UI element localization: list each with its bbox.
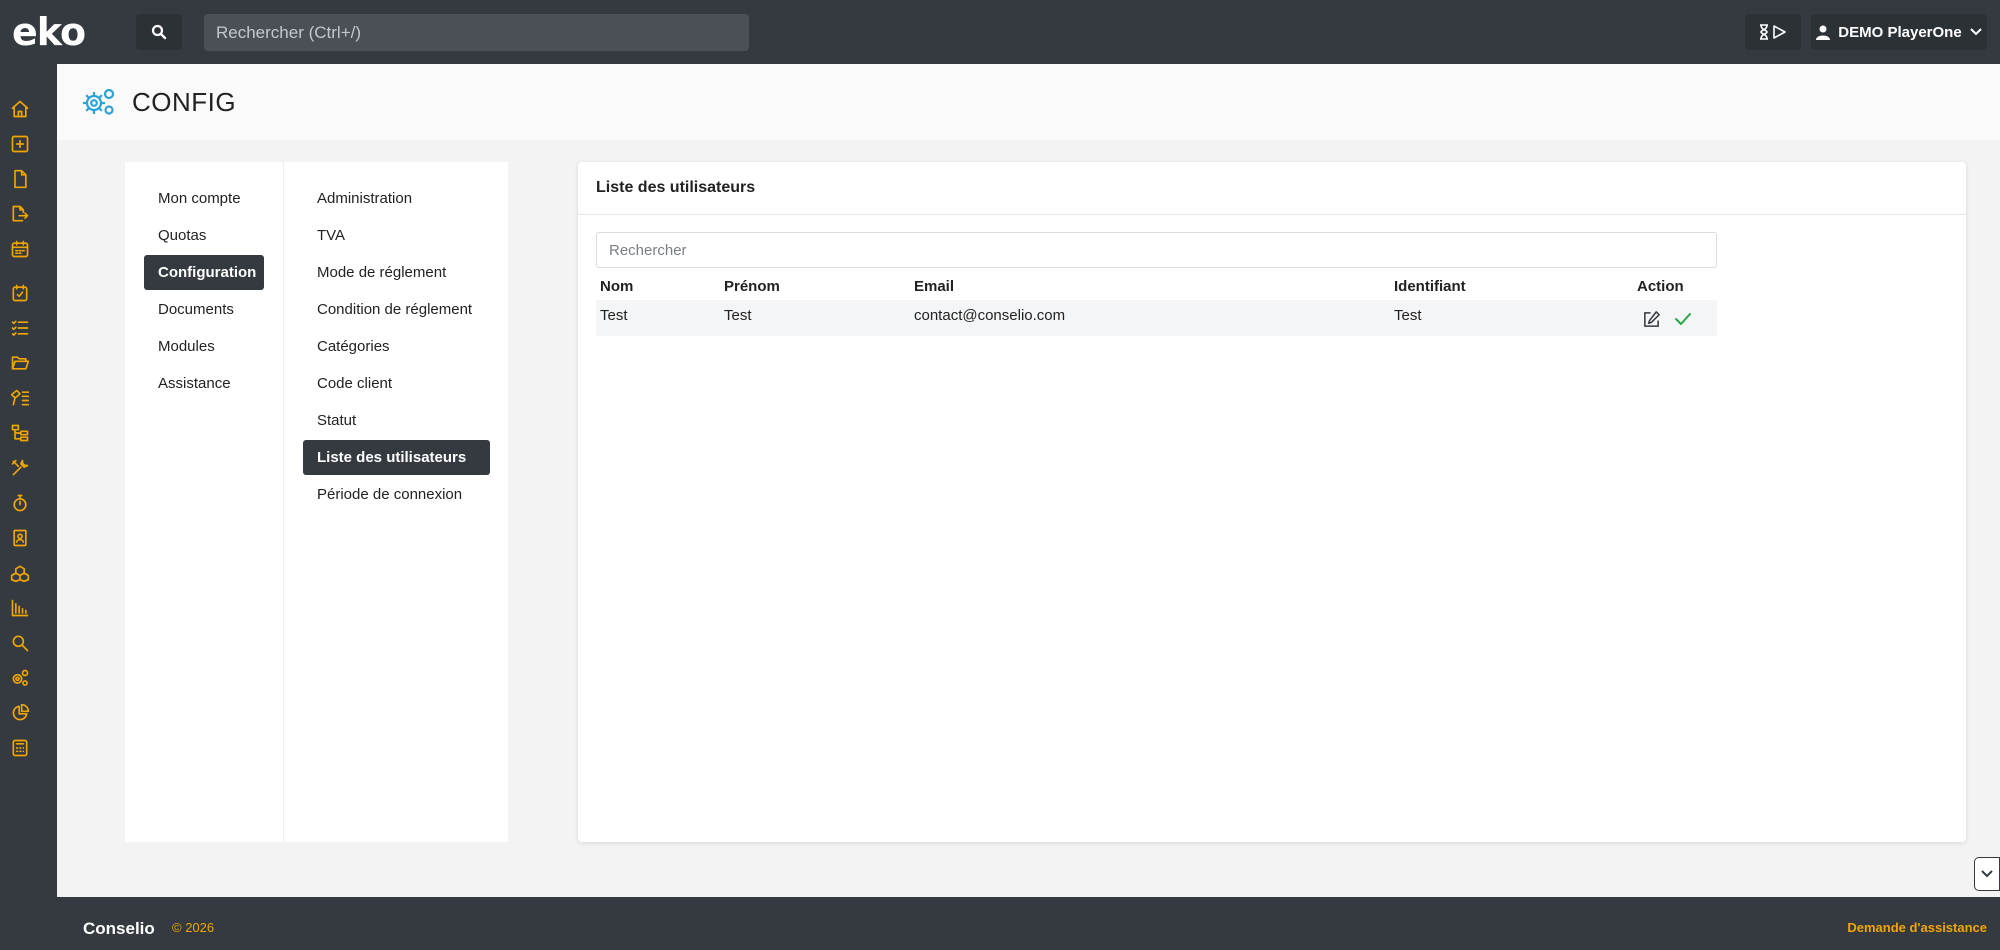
chevron-down-icon xyxy=(1981,870,1993,878)
gears-icon xyxy=(83,88,115,115)
footer-brand: Conselio xyxy=(83,919,155,938)
nav-item-mode-reglement[interactable]: Mode de réglement xyxy=(303,255,460,290)
home-icon[interactable] xyxy=(8,97,32,121)
edit-icon[interactable] xyxy=(1642,310,1661,329)
scroll-down-button[interactable] xyxy=(1974,857,2000,891)
plus-square-icon[interactable] xyxy=(8,132,32,156)
user-icon xyxy=(1816,25,1831,40)
gears-icon[interactable] xyxy=(8,666,32,690)
column-header-prenom[interactable]: Prénom xyxy=(724,276,780,298)
nav-item-statut[interactable]: Statut xyxy=(303,403,370,438)
calendar-check-icon[interactable] xyxy=(8,281,32,305)
column-header-nom[interactable]: Nom xyxy=(600,276,633,298)
footer-copyright: © 2026 xyxy=(172,920,215,935)
calculator-icon[interactable] xyxy=(8,736,32,760)
wrench-icon[interactable] xyxy=(8,456,32,480)
table-row xyxy=(596,300,1717,336)
column-header-email[interactable]: Email xyxy=(914,276,954,298)
page-header xyxy=(57,64,2000,140)
cell-identifiant: Test xyxy=(1394,307,1422,324)
contact-book-icon[interactable] xyxy=(8,526,32,550)
app-logo[interactable]: eko xyxy=(12,10,86,54)
timer-button[interactable] xyxy=(1745,14,1801,50)
settings-nav-divider xyxy=(283,162,284,842)
nav-item-liste-utilisateurs[interactable]: Liste des utilisateurs xyxy=(303,440,490,475)
assistance-request-link[interactable]: Demande d'assistance xyxy=(1847,918,1987,938)
global-search-input[interactable]: Rechercher (Ctrl+/) xyxy=(204,14,749,51)
check-icon[interactable] xyxy=(1674,310,1692,328)
cell-email: contact@conselio.com xyxy=(914,307,1066,324)
user-menu-button[interactable]: DEMO PlayerOne xyxy=(1811,14,1987,50)
document-icon[interactable] xyxy=(8,167,32,191)
column-header-action: Action xyxy=(1637,278,1684,295)
nav-item-condition-reglement[interactable]: Condition de réglement xyxy=(303,292,486,327)
bar-chart-icon[interactable] xyxy=(8,596,32,620)
nav-item-tva[interactable]: TVA xyxy=(303,218,359,253)
cell-nom: Test xyxy=(600,307,628,324)
global-search-button[interactable] xyxy=(136,14,182,50)
boxes-icon[interactable] xyxy=(8,561,32,585)
nav-item-modules[interactable]: Modules xyxy=(144,329,229,364)
hierarchy-icon[interactable] xyxy=(8,421,32,445)
panel-divider xyxy=(578,214,1966,215)
tools-list-icon[interactable] xyxy=(8,386,32,410)
nav-item-categories[interactable]: Catégories xyxy=(303,329,404,364)
users-search-input[interactable] xyxy=(596,232,1717,268)
column-header-identifiant[interactable]: Identifiant xyxy=(1394,276,1466,298)
nav-item-documents[interactable]: Documents xyxy=(144,292,248,327)
nav-item-quotas[interactable]: Quotas xyxy=(144,218,220,253)
pie-chart-icon[interactable] xyxy=(8,701,32,725)
logo-text: eko xyxy=(12,10,86,54)
main-sidebar xyxy=(0,64,57,950)
cell-prenom: Test xyxy=(724,307,752,324)
chevron-down-icon xyxy=(1969,28,1982,36)
hourglass-play-icon xyxy=(1760,24,1786,40)
nav-item-mon-compte[interactable]: Mon compte xyxy=(144,181,255,216)
calendar-icon[interactable] xyxy=(8,237,32,261)
nav-item-assistance[interactable]: Assistance xyxy=(144,366,245,401)
stopwatch-icon[interactable] xyxy=(8,491,32,515)
footer xyxy=(57,897,2000,950)
global-search-placeholder: Rechercher (Ctrl+/) xyxy=(216,22,362,42)
nav-item-code-client[interactable]: Code client xyxy=(303,366,406,401)
user-name: DEMO PlayerOne xyxy=(1838,23,1962,41)
export-document-icon[interactable] xyxy=(8,202,32,226)
list-check-icon[interactable] xyxy=(8,316,32,340)
nav-item-administration[interactable]: Administration xyxy=(303,181,426,216)
search-icon[interactable] xyxy=(8,631,32,655)
search-icon xyxy=(151,24,167,40)
nav-item-periode-connexion[interactable]: Période de connexion xyxy=(303,477,476,512)
panel-title: Liste des utilisateurs xyxy=(596,179,756,196)
nav-item-configuration[interactable]: Configuration xyxy=(144,255,264,290)
folder-open-icon[interactable] xyxy=(8,351,32,375)
page-title: CONFIG xyxy=(132,87,237,117)
